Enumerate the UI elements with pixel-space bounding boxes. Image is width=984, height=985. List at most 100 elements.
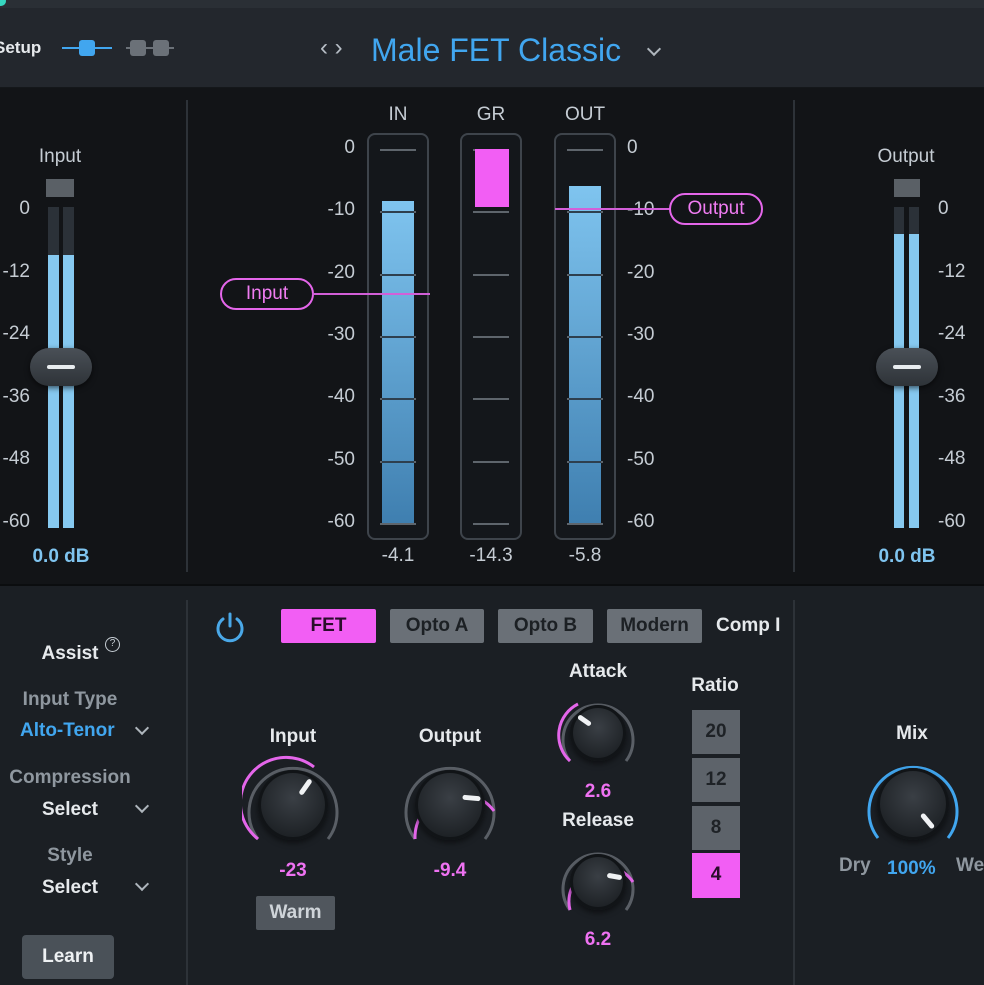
input-type-value[interactable]: Alto-Tenor xyxy=(20,720,115,742)
input-fader-scale-label: -60 xyxy=(2,511,30,532)
output-knob-value[interactable]: -9.4 xyxy=(410,860,490,882)
attack-knob-value[interactable]: 2.6 xyxy=(558,781,638,803)
db-scale-label: -50 xyxy=(327,448,355,470)
compression-value[interactable]: Select xyxy=(20,799,120,821)
output-callout-line xyxy=(555,208,671,210)
input-knob-value[interactable]: -23 xyxy=(253,860,333,882)
chevron-down-icon[interactable] xyxy=(134,798,150,814)
warm-button[interactable]: Warm xyxy=(256,896,335,930)
level-meter-in xyxy=(367,133,429,540)
input-fader-value[interactable]: 0.0 dB xyxy=(16,546,106,568)
top-strip xyxy=(0,0,984,8)
ratio-8-button[interactable]: 8 xyxy=(692,806,740,850)
release-knob-value[interactable]: 6.2 xyxy=(558,929,638,951)
meter-area: Input 0 -12 -24 -36 -48 -60 0.0 dB 0 -10 -20 -30… xyxy=(0,88,984,586)
db-scale-label: 0 xyxy=(344,137,355,158)
db-scale-label: -50 xyxy=(627,448,655,470)
knob-indicator xyxy=(919,812,936,830)
assist-title: Assist xyxy=(41,643,99,664)
input-knob[interactable] xyxy=(258,770,328,840)
meter-segment xyxy=(382,211,414,214)
meter-column-label: IN xyxy=(388,104,408,125)
mode-fet-button[interactable]: FET xyxy=(281,609,376,643)
learn-button[interactable]: Learn xyxy=(22,935,114,979)
output-knob-label: Output xyxy=(418,726,482,747)
attack-knob-label: Attack xyxy=(568,661,628,682)
knob-indicator xyxy=(462,794,481,802)
mix-value[interactable]: 100% xyxy=(887,858,936,880)
meter-tick xyxy=(473,522,509,525)
single-view-icon[interactable] xyxy=(62,38,112,58)
divider xyxy=(186,600,188,985)
output-fader-scale-label: -12 xyxy=(938,260,966,282)
input-fader-clip-indicator xyxy=(46,179,74,197)
status-dot xyxy=(0,0,6,6)
help-icon[interactable]: ? xyxy=(105,637,120,652)
style-label: Style xyxy=(47,845,93,866)
output-knob[interactable] xyxy=(415,770,485,840)
mix-knob[interactable] xyxy=(877,768,949,840)
chevron-down-icon[interactable] xyxy=(134,876,150,892)
meter-segment xyxy=(569,460,601,463)
meter-segment xyxy=(569,398,601,401)
output-fader-label: Output xyxy=(877,146,935,167)
preset-nav-arrows[interactable]: ‹ › xyxy=(320,34,343,62)
output-callout: Output xyxy=(669,193,763,225)
input-fader-scale-label: -48 xyxy=(2,448,30,470)
db-scale-label: -60 xyxy=(327,510,355,532)
mode-opto-a-button[interactable]: Opto A xyxy=(390,609,484,643)
output-fader-scale-label: -24 xyxy=(938,323,966,345)
output-fader-handle[interactable] xyxy=(876,348,938,386)
chevron-down-icon[interactable] xyxy=(646,41,662,57)
release-knob[interactable] xyxy=(570,854,626,910)
release-knob-label: Release xyxy=(562,810,634,831)
db-scale-label: -20 xyxy=(627,261,655,283)
input-fader-scale-label: 0 xyxy=(19,198,30,219)
meter-tick xyxy=(567,149,603,151)
input-knob-label: Input xyxy=(269,726,317,747)
mode-modern-button[interactable]: Modern xyxy=(607,609,702,643)
ratio-12-button[interactable]: 12 xyxy=(692,758,740,802)
power-icon[interactable] xyxy=(213,610,247,644)
ratio-4-button[interactable]: 4 xyxy=(692,853,740,898)
setup-label[interactable]: Setup xyxy=(0,38,41,58)
meter-segment xyxy=(569,273,601,276)
meter-tick xyxy=(473,460,509,463)
ratio-label: Ratio xyxy=(691,675,739,696)
meter-segment xyxy=(569,335,601,338)
level-meter-gr xyxy=(460,133,522,540)
input-fader-label: Input xyxy=(38,146,82,167)
meter-tick xyxy=(473,398,509,401)
ratio-20-button[interactable]: 20 xyxy=(692,710,740,754)
meter-column-label: GR xyxy=(476,104,506,125)
input-meter-left-fill xyxy=(48,255,59,528)
output-fader-value[interactable]: 0.0 dB xyxy=(862,546,952,568)
input-callout: Input xyxy=(220,278,314,310)
attack-knob[interactable] xyxy=(570,705,626,761)
dual-view-icon[interactable] xyxy=(126,38,174,58)
input-type-label: Input Type xyxy=(22,689,118,710)
input-fader-handle[interactable] xyxy=(30,348,92,386)
mode-opto-b-button[interactable]: Opto B xyxy=(498,609,593,643)
meter-segment xyxy=(382,460,414,463)
output-fader-scale-label: 0 xyxy=(938,198,949,219)
meter-tick xyxy=(473,273,509,276)
compression-label: Compression xyxy=(9,767,131,788)
input-fader-scale-label: -36 xyxy=(2,385,30,407)
knob-indicator xyxy=(606,872,623,881)
style-value[interactable]: Select xyxy=(20,877,120,899)
header-bar: Setup ‹ › Male FET Classic xyxy=(0,8,984,88)
meter-segment xyxy=(382,273,414,276)
knob-indicator xyxy=(298,778,313,796)
meter-readout-in: -4.1 xyxy=(381,545,415,566)
input-callout-line xyxy=(312,293,430,295)
output-fader-scale-label: -60 xyxy=(938,511,966,532)
chevron-down-icon[interactable] xyxy=(134,720,150,736)
db-scale-label: -40 xyxy=(327,386,355,408)
meter-segment xyxy=(382,398,414,401)
meter-readout-gr: -14.3 xyxy=(469,545,513,566)
meter-tick xyxy=(473,335,509,338)
db-scale-label: 0 xyxy=(627,137,638,158)
db-scale-label: -30 xyxy=(327,323,355,345)
preset-name[interactable]: Male FET Classic xyxy=(371,32,621,69)
